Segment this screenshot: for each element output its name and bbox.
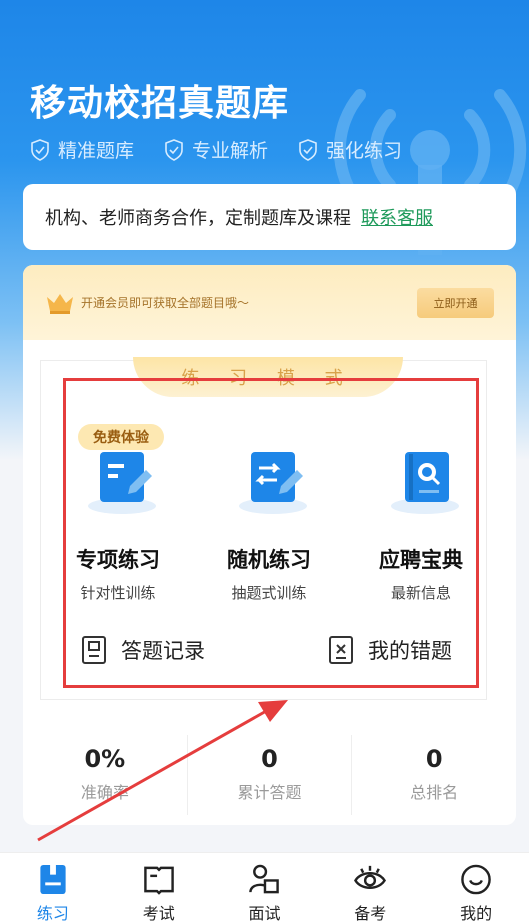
feature-item: 专业解析: [164, 136, 268, 163]
exam-icon: [143, 866, 174, 895]
tab-label: 考试: [142, 904, 175, 923]
feature-list: 精准题库 专业解析 强化练习: [30, 136, 402, 163]
interview-icon: [249, 864, 280, 894]
prepare-icon: [354, 865, 387, 889]
stat-label: 总排名: [410, 783, 459, 802]
tab-label: 面试: [248, 904, 281, 923]
shield-check-icon: [165, 138, 183, 161]
vip-text: 开通会员即可获取全部题目哦～: [81, 296, 250, 310]
tab-label: 练习: [36, 904, 69, 923]
stat-ranking: 0 总排名: [352, 735, 516, 815]
practice-icon: [40, 864, 66, 895]
feature-item: 精准题库: [30, 136, 134, 163]
feature-label: 强化练习: [326, 140, 403, 162]
stat-value: 0: [425, 745, 443, 773]
feature-label: 精准题库: [58, 140, 135, 162]
tab-profile[interactable]: 我的: [423, 853, 529, 924]
tab-label: 我的: [460, 904, 493, 923]
tab-label: 备考: [354, 904, 387, 923]
bottom-tab-bar: 练习 考试 面试 备考 我的: [0, 852, 529, 924]
page-title: 移动校招真题库: [30, 83, 290, 124]
open-vip-button[interactable]: 立即开通: [417, 288, 494, 318]
crown-icon: [47, 293, 73, 314]
annotation-arrow: [37, 700, 288, 842]
profile-icon: [461, 864, 491, 895]
feature-item: 强化练习: [298, 136, 402, 163]
tab-practice[interactable]: 练习: [0, 853, 106, 924]
promo-text: 机构、老师商务合作，定制题库及课程: [45, 208, 351, 229]
vip-banner[interactable]: 开通会员即可获取全部题目哦～ 立即开通: [23, 265, 516, 340]
tab-interview[interactable]: 面试: [212, 853, 318, 924]
feature-label: 专业解析: [192, 140, 269, 162]
contact-service-link[interactable]: 联系客服: [361, 204, 433, 230]
business-promo-card: 机构、老师商务合作，定制题库及课程 联系客服: [23, 184, 516, 250]
tab-exam[interactable]: 考试: [106, 853, 212, 924]
tab-prepare[interactable]: 备考: [317, 853, 423, 924]
shield-check-icon: [299, 138, 317, 161]
shield-check-icon: [31, 138, 49, 161]
highlight-box: [63, 378, 479, 688]
